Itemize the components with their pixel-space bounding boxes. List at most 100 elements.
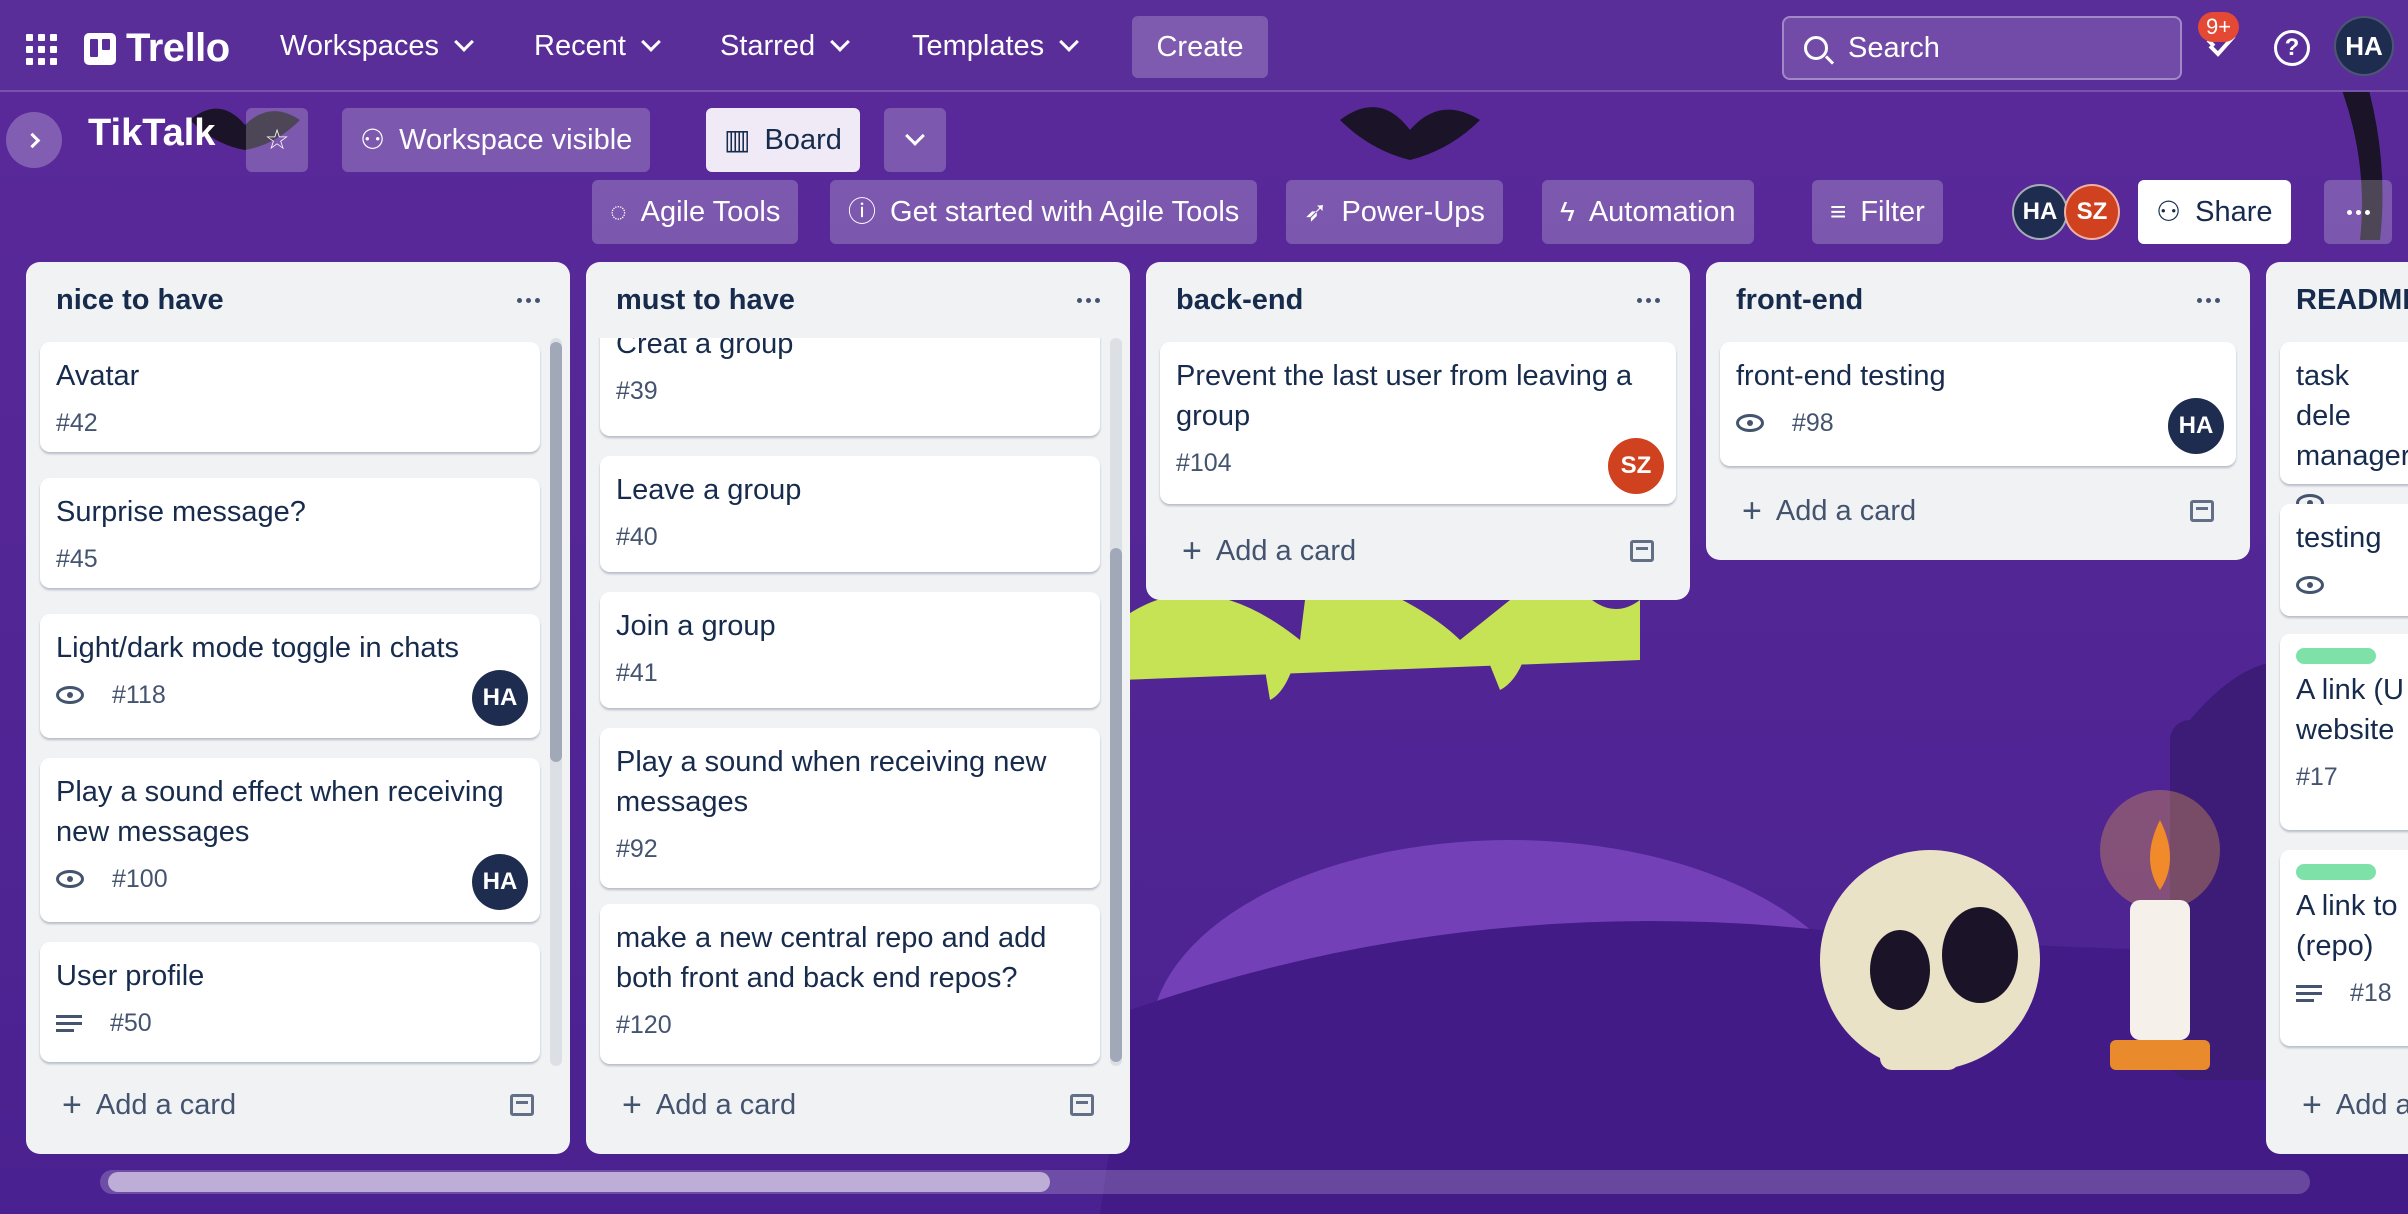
card-list: task dele manager testing A link (U webs… [2266,338,2408,1072]
card-list: front-end testing #98 HA [1706,338,2250,478]
scrollbar-thumb[interactable] [108,1172,1050,1192]
list-title: back-end [1176,283,1304,316]
member-avatar[interactable]: SZ [2064,184,2120,240]
template-icon[interactable] [2190,500,2214,522]
card-member-avatar[interactable]: HA [472,670,528,726]
view-switcher-button[interactable] [884,108,946,172]
card-badges: #17 [2296,760,2408,794]
card-title: Prevent the last user from leaving a gro… [1176,360,1633,432]
card[interactable]: Play a sound when receiving new messages… [600,728,1100,888]
description-icon [56,1014,82,1032]
board-menu-button[interactable] [2324,180,2392,244]
menu-recent[interactable]: Recent [520,14,672,78]
agile-tools-button[interactable]: ◌ Agile Tools [592,180,799,244]
share-button[interactable]: ⚇ Share [2138,180,2291,244]
card-badges [2296,568,2408,602]
menu-starred[interactable]: Starred [706,14,861,78]
list-header[interactable]: READMI [2266,262,2408,338]
more-icon[interactable] [1077,297,1100,303]
filter-button[interactable]: ≡ Filter [1812,180,1943,244]
card[interactable]: front-end testing #98 HA [1720,342,2236,466]
card[interactable]: A link (U website #17 [2280,634,2408,830]
trello-logo[interactable]: Trello [84,26,230,71]
list-header[interactable]: must to have [586,262,1130,338]
template-icon[interactable] [1070,1094,1094,1116]
card-badges: #118 [56,678,524,712]
menu-recent-label: Recent [534,29,626,62]
apps-grid-icon[interactable] [22,30,62,70]
card[interactable]: task dele manager [2280,342,2408,512]
list-scrollbar[interactable] [550,338,562,1066]
card[interactable]: Avatar #42 [40,342,540,452]
card-badges: #104 [1176,446,1660,480]
card-title: Play a sound when receiving new messages [616,746,1047,818]
chevron-down-icon [905,126,925,146]
more-icon [2346,209,2370,215]
add-card-button[interactable]: + Add a card [2280,1074,2408,1136]
user-avatar[interactable]: HA [2334,16,2394,76]
card-number: #92 [616,834,658,863]
chevron-down-icon [454,32,474,52]
card[interactable]: Light/dark mode toggle in chats #118 HA [40,614,540,738]
more-icon[interactable] [517,297,540,303]
notification-badge: 9+ [2198,12,2240,42]
template-icon[interactable] [1630,540,1654,562]
card-title: Play a sound effect when receiving new m… [56,776,504,848]
card[interactable]: Surprise message? #45 [40,478,540,588]
help-icon[interactable]: ? [2274,30,2310,66]
card[interactable]: make a new central repo and add both fro… [600,904,1100,1064]
list-header[interactable]: front-end [1706,262,2250,338]
more-icon[interactable] [2197,297,2220,303]
search-input[interactable]: Search [1782,16,2182,80]
create-button[interactable]: Create [1132,16,1268,78]
list-header[interactable]: back-end [1146,262,1690,338]
add-card-label: Add a card [655,1088,797,1121]
menu-workspaces-label: Workspaces [280,29,440,62]
list-must-to-have: must to have Creat a group #39 Leave a g… [586,262,1130,1154]
card-title: Surprise message? [56,496,306,528]
more-icon[interactable] [1637,297,1660,303]
add-card-button[interactable]: + Add a card [1160,520,1676,582]
add-card-button[interactable]: + Add a card [1720,480,2236,542]
card[interactable]: testing [2280,504,2408,616]
list-scrollbar[interactable] [1110,338,1122,1066]
star-button[interactable]: ☆ [246,108,308,172]
member-avatar[interactable]: HA [2012,184,2068,240]
card-member-avatar[interactable]: HA [2168,398,2224,454]
chevron-down-icon [1059,32,1080,52]
visibility-button[interactable]: ⚇ Workspace visible [342,108,651,172]
card[interactable]: Prevent the last user from leaving a gro… [1160,342,1676,504]
automation-button[interactable]: ϟ Automation [1542,180,1754,244]
get-started-button[interactable]: ⓘ Get started with Agile Tools [830,180,1258,244]
card[interactable]: Leave a group #40 [600,456,1100,572]
card-title: front-end testing [1736,360,1946,392]
template-icon[interactable] [510,1094,534,1116]
card-number: #118 [112,680,166,709]
menu-templates[interactable]: Templates [898,14,1090,78]
board-view-button[interactable]: ▥ Board [706,108,860,172]
sidebar-toggle-button[interactable] [6,112,62,168]
info-icon: ⓘ [848,196,877,227]
rocket-icon: ➶ [1304,196,1328,227]
card-number: #104 [1176,448,1232,477]
card-label-green [2296,864,2376,880]
card-title: A link to (repo) [2296,890,2398,962]
list-readme: READMI task dele manager testing A link … [2266,262,2408,1154]
card[interactable]: Creat a group #39 [600,338,1100,436]
list-header[interactable]: nice to have [26,262,570,338]
card[interactable]: Play a sound effect when receiving new m… [40,758,540,922]
card[interactable]: Join a group #41 [600,592,1100,708]
add-card-button[interactable]: + Add a card [600,1074,1116,1136]
card[interactable]: User profile #50 [40,942,540,1062]
card-badges: #18 [2296,976,2408,1010]
menu-workspaces[interactable]: Workspaces [266,14,485,78]
card-member-avatar[interactable]: SZ [1608,438,1664,494]
power-ups-button[interactable]: ➶ Power-Ups [1286,180,1503,244]
card[interactable]: A link to (repo) #18 [2280,850,2408,1046]
add-card-button[interactable]: + Add a card [40,1074,556,1136]
board-title[interactable]: TikTalk [88,112,215,155]
card-badges: #98 [1736,406,2220,440]
board-horizontal-scrollbar[interactable] [100,1170,2310,1194]
app-name: Trello [126,26,230,70]
card-member-avatar[interactable]: HA [472,854,528,910]
